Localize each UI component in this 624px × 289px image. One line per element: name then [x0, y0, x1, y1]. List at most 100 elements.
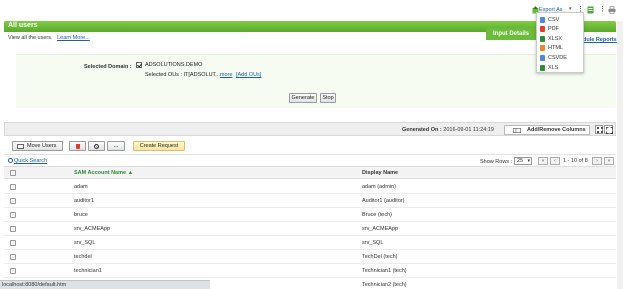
export-option-csvde[interactable]: CSVDE	[540, 53, 582, 62]
table-row[interactable]: techdel TechDel (tech)	[4, 250, 616, 264]
export-option-pdf[interactable]: PDF	[540, 25, 582, 34]
input-details-label: Input Details	[493, 31, 530, 37]
magnifier-icon	[8, 158, 13, 164]
prev-page-button[interactable]: ‹	[550, 157, 560, 165]
table-row[interactable]: technician1 Technician1 (tech)	[4, 264, 616, 278]
generated-on-label: Generated On :	[402, 127, 442, 133]
sam-account-cell: adam	[74, 184, 88, 190]
selected-ous-text: Selected OUs : IT[ADSOLUT...	[145, 72, 220, 78]
expand-icon[interactable]	[604, 125, 613, 134]
export-option-label: XLSX	[548, 35, 563, 42]
sort-asc-icon: ▲	[127, 170, 134, 176]
display-name-cell: Technician2 (tech)	[362, 282, 407, 288]
table-row[interactable]: srv_SQL srv_SQL	[4, 236, 616, 250]
move-users-icon	[17, 143, 24, 149]
next-page-button[interactable]: ›	[592, 157, 602, 165]
more-options-icon-2[interactable]: ⋮	[599, 5, 606, 13]
domain-checkbox[interactable]	[136, 62, 142, 68]
first-page-button[interactable]: «	[538, 157, 548, 165]
create-request-button[interactable]: Create Request	[133, 141, 185, 151]
display-name-cell: Technician1 (tech)	[362, 268, 407, 274]
display-name-cell: TechDel (tech)	[362, 254, 398, 260]
show-rows-label: Show Rows :	[480, 159, 513, 165]
table-row[interactable]: adam adam (admin)	[4, 180, 616, 194]
xlsx-file-icon	[540, 35, 545, 42]
sam-account-cell: auditor1	[74, 198, 94, 204]
page-info: 1 - 10 of 8	[563, 158, 588, 164]
row-checkbox[interactable]	[10, 254, 16, 260]
disable-button[interactable]	[88, 141, 105, 151]
delete-button[interactable]	[69, 141, 86, 151]
row-checkbox[interactable]	[10, 212, 16, 218]
export-option-csv[interactable]: CSV	[540, 15, 582, 24]
trash-icon	[75, 143, 80, 149]
stop-button[interactable]: Stop	[320, 93, 336, 103]
row-checkbox[interactable]	[10, 198, 16, 204]
table-row[interactable]: srv_ACMEApp srv_ACMEApp	[4, 222, 616, 236]
row-checkbox[interactable]	[10, 184, 16, 190]
add-remove-columns-button[interactable]: Add/Remove Columns	[504, 125, 590, 135]
export-option-label: HTML	[548, 45, 563, 52]
stop-label: Stop	[322, 95, 334, 101]
row-checkbox[interactable]	[10, 226, 16, 232]
domain-value: ADSOLUTIONS.DEMO	[145, 62, 203, 68]
display-name-cell: srv_SQL	[362, 240, 384, 246]
ous-more-link[interactable]: more	[220, 72, 233, 78]
table-row[interactable]: bruce Bruce (tech)	[4, 208, 616, 222]
generated-on-value: 2016-09-01 11:24:19	[443, 127, 494, 133]
row-checkbox[interactable]	[10, 240, 16, 246]
last-page-button[interactable]: »	[604, 157, 614, 165]
html-file-icon	[540, 45, 545, 52]
move-users-label: Move Users	[27, 143, 57, 149]
quick-search[interactable]: Quick Search	[8, 158, 47, 164]
grid-settings-icon[interactable]	[595, 125, 603, 134]
export-option-label: CSV	[548, 16, 560, 23]
schedule-reports-link[interactable]: dule Reports	[583, 37, 617, 43]
export-option-label: XLS	[548, 64, 559, 71]
more-actions-button[interactable]: ...	[107, 141, 125, 151]
export-option-html[interactable]: HTML	[540, 44, 582, 53]
export-option-xls[interactable]: XLS	[540, 63, 582, 72]
generated-on: Generated On : 2016-09-01 11:24:19	[402, 127, 494, 133]
add-remove-columns-label: Add/Remove Columns	[527, 127, 586, 133]
columns-icon	[513, 128, 522, 135]
more-actions-label: ...	[113, 143, 119, 149]
print-icon[interactable]	[608, 6, 616, 15]
sam-account-cell: technician1	[74, 268, 102, 274]
generate-label: Generate	[291, 95, 315, 101]
vertical-scrollbar[interactable]	[617, 21, 623, 289]
sam-account-cell: bruce	[74, 212, 88, 218]
xls-file-icon	[540, 64, 545, 71]
pdf-file-icon	[540, 26, 545, 33]
export-dropdown-menu: CSV PDF XLSX HTML CSVDE XLS	[536, 12, 584, 73]
top-toolbar	[0, 0, 624, 21]
add-ous-link[interactable]: [Add OUs]	[236, 72, 261, 78]
csv-file-icon	[540, 16, 545, 23]
description-text: View all the users.	[8, 35, 53, 41]
column-header-sam[interactable]: SAM Account Name ▲	[74, 170, 133, 176]
show-rows-select[interactable]: 25 ▾	[514, 157, 532, 165]
column-header-display[interactable]: Display Name	[362, 170, 398, 176]
learn-more-link[interactable]: Learn More...	[57, 35, 90, 41]
table-row[interactable]: auditor1 Auditor1 (auditor)	[4, 194, 616, 208]
csvde-file-icon	[540, 54, 545, 61]
display-name-cell: Auditor1 (auditor)	[362, 198, 405, 204]
row-checkbox[interactable]	[10, 268, 16, 274]
display-name-cell: Bruce (tech)	[362, 212, 392, 218]
report-icon[interactable]	[587, 6, 594, 14]
create-request-label: Create Request	[139, 143, 179, 149]
sam-account-cell: srv_ACMEApp	[74, 226, 111, 232]
select-all-checkbox[interactable]	[10, 170, 16, 176]
export-option-label: CSVDE	[548, 54, 567, 61]
generate-button[interactable]: Generate	[289, 93, 317, 103]
quick-search-label[interactable]: Quick Search	[14, 158, 47, 164]
move-users-button[interactable]: Move Users	[12, 141, 63, 151]
export-option-xlsx[interactable]: XLSX	[540, 34, 582, 43]
page-description: View all the users. Learn More...	[8, 35, 90, 41]
display-name-cell: srv_ACMEApp	[362, 226, 399, 232]
disable-icon	[94, 143, 99, 149]
select-chevron-icon: ▾	[527, 158, 530, 164]
show-rows-value: 25	[517, 158, 524, 164]
page-title: All users	[8, 22, 38, 29]
display-name-cell: adam (admin)	[362, 184, 396, 190]
